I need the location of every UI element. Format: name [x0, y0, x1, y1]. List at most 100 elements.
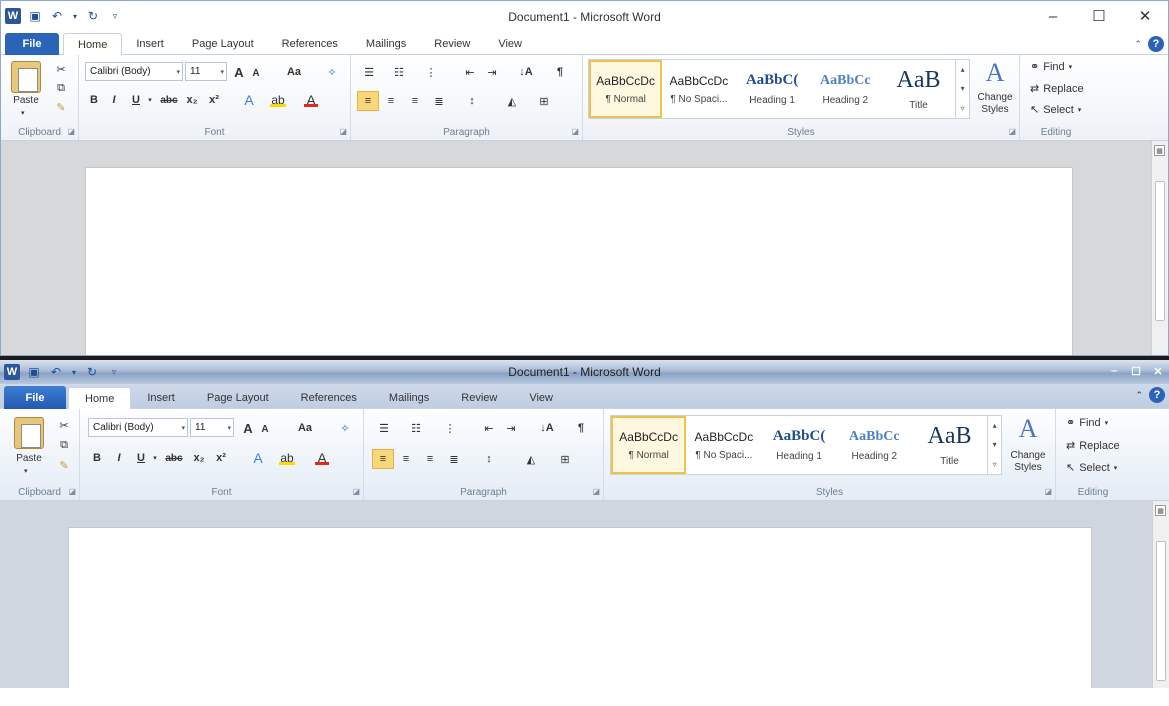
change-case-icon[interactable]: Aa — [294, 419, 316, 437]
change-styles-icon[interactable]: A — [1008, 414, 1048, 443]
underline-dropdown-icon[interactable]: ▾ — [150, 449, 160, 467]
scroll-up-icon[interactable]: ▴ — [993, 421, 997, 430]
tab-page-layout[interactable]: Page Layout — [191, 387, 285, 409]
change-styles-label-2[interactable]: Styles — [971, 103, 1019, 115]
maximize-button[interactable]: ☐ — [1076, 3, 1122, 29]
paste-button[interactable]: Paste — [7, 95, 45, 106]
file-tab[interactable]: File — [5, 33, 59, 55]
underline-dropdown-icon[interactable]: ▾ — [145, 91, 155, 109]
align-left-icon[interactable]: ≡ — [372, 449, 394, 469]
subscript-icon[interactable]: x₂ — [190, 449, 208, 467]
tab-mailings[interactable]: Mailings — [352, 33, 420, 55]
maximize-button[interactable]: ☐ — [1125, 362, 1147, 380]
style-title[interactable]: AaB Title — [912, 416, 987, 474]
scroll-down-icon[interactable]: ▾ — [993, 440, 997, 449]
style-heading-2[interactable]: AaBbCc Heading 2 — [837, 416, 912, 474]
tab-review[interactable]: Review — [445, 387, 513, 409]
grow-font-icon[interactable]: A — [240, 419, 256, 437]
style-heading-2[interactable]: AaBbCc Heading 2 — [809, 60, 882, 118]
shrink-font-icon[interactable]: A — [258, 421, 272, 437]
minimize-ribbon-icon[interactable]: ⌃ — [1134, 39, 1142, 50]
tab-view[interactable]: View — [484, 33, 536, 55]
tab-page-layout[interactable]: Page Layout — [178, 33, 268, 55]
superscript-icon[interactable]: x² — [205, 91, 223, 109]
italic-icon[interactable]: I — [110, 449, 128, 467]
shading-icon[interactable]: ◭ — [520, 449, 542, 469]
font-name-combo[interactable]: Calibri (Body) ▾ — [88, 418, 188, 437]
shrink-font-icon[interactable]: A — [249, 65, 263, 81]
superscript-icon[interactable]: x² — [212, 449, 230, 467]
document-page[interactable] — [68, 527, 1092, 688]
borders-icon[interactable]: ⊞ — [554, 449, 576, 469]
minimize-ribbon-icon[interactable]: ⌃ — [1135, 390, 1143, 401]
style-heading-1[interactable]: AaBbC(Heading 1 — [735, 60, 808, 118]
change-styles-label-1[interactable]: Change — [1004, 449, 1052, 461]
scroll-up-icon[interactable]: ▴ — [961, 65, 965, 74]
numbering-icon[interactable]: ☷ — [387, 63, 411, 81]
copy-icon[interactable]: ⧉ — [56, 437, 72, 453]
align-right-icon[interactable]: ≡ — [405, 91, 425, 111]
styles-scroll[interactable]: ▴ ▾ ▿ — [987, 416, 1001, 474]
tab-review[interactable]: Review — [420, 33, 484, 55]
more-styles-icon[interactable]: ▿ — [993, 460, 997, 469]
vertical-scrollbar[interactable]: ▦ — [1151, 141, 1168, 355]
show-formatting-icon[interactable]: ¶ — [572, 419, 590, 437]
shading-icon[interactable]: ◭ — [501, 91, 523, 111]
increase-indent-icon[interactable]: ⇥ — [483, 63, 501, 81]
tab-references[interactable]: References — [268, 33, 352, 55]
copy-icon[interactable]: ⧉ — [53, 80, 69, 96]
scroll-thumb[interactable] — [1155, 181, 1165, 321]
document-page[interactable] — [85, 167, 1073, 355]
change-styles-label-2[interactable]: Styles — [1004, 461, 1052, 473]
underline-icon[interactable]: U — [127, 91, 145, 109]
clipboard-launcher-icon[interactable]: ◪ — [68, 487, 76, 496]
highlight-icon[interactable]: ab — [276, 449, 298, 467]
multilevel-list-icon[interactable]: ⋮ — [419, 63, 443, 81]
bold-icon[interactable]: B — [88, 449, 106, 467]
close-button[interactable]: ✕ — [1147, 362, 1169, 380]
paste-dropdown-icon[interactable]: ▾ — [21, 109, 25, 117]
select-button[interactable]: ↖ Select ▾ — [1030, 103, 1081, 117]
line-spacing-icon[interactable]: ↕ — [461, 91, 483, 111]
clear-formatting-icon[interactable]: ✧ — [336, 419, 354, 437]
tab-home[interactable]: Home — [63, 33, 123, 55]
style-title[interactable]: AaB Title — [882, 60, 955, 118]
clear-formatting-icon[interactable]: ✧ — [323, 63, 341, 81]
align-center-icon[interactable]: ≡ — [396, 449, 416, 469]
line-spacing-icon[interactable]: ↕ — [478, 449, 500, 469]
cut-icon[interactable]: ✂ — [53, 61, 69, 77]
sort-icon[interactable]: ↓A — [536, 419, 558, 437]
minimize-button[interactable]: – — [1030, 3, 1076, 29]
align-right-icon[interactable]: ≡ — [420, 449, 440, 469]
bold-icon[interactable]: B — [85, 91, 103, 109]
multilevel-list-icon[interactable]: ⋮ — [438, 419, 462, 437]
change-styles-icon[interactable]: A — [975, 58, 1015, 87]
underline-icon[interactable]: U — [132, 449, 150, 467]
grow-font-icon[interactable]: A — [231, 63, 247, 81]
italic-icon[interactable]: I — [105, 91, 123, 109]
text-effects-icon[interactable]: A — [239, 91, 259, 109]
tab-insert[interactable]: Insert — [122, 33, 178, 55]
tab-home[interactable]: Home — [68, 387, 132, 409]
vertical-scrollbar[interactable]: ▦ — [1152, 501, 1169, 688]
bullets-icon[interactable]: ☰ — [372, 419, 396, 437]
scroll-thumb[interactable] — [1156, 541, 1166, 681]
file-tab[interactable]: File — [4, 386, 66, 409]
format-painter-icon[interactable]: ✎ — [53, 99, 69, 115]
styles-scroll[interactable]: ▴ ▾ ▿ — [955, 60, 969, 118]
find-button[interactable]: ⚭ Find ▾ — [1066, 416, 1108, 430]
tab-mailings[interactable]: Mailings — [373, 387, 445, 409]
change-styles-label-1[interactable]: Change — [971, 91, 1019, 103]
minimize-button[interactable]: – — [1103, 362, 1125, 380]
style-normal[interactable]: AaBbCcDc ¶ Normal — [589, 60, 663, 118]
styles-launcher-icon[interactable]: ◪ — [1008, 127, 1016, 136]
align-center-icon[interactable]: ≡ — [381, 91, 401, 111]
sort-icon[interactable]: ↓A — [515, 63, 537, 81]
close-button[interactable]: ✕ — [1122, 3, 1168, 29]
change-case-icon[interactable]: Aa — [283, 63, 305, 81]
justify-icon[interactable]: ≣ — [429, 91, 449, 111]
paragraph-launcher-icon[interactable]: ◪ — [592, 487, 600, 496]
font-size-combo[interactable]: 11 ▾ — [190, 418, 234, 437]
font-launcher-icon[interactable]: ◪ — [339, 127, 347, 136]
clipboard-launcher-icon[interactable]: ◪ — [67, 127, 75, 136]
